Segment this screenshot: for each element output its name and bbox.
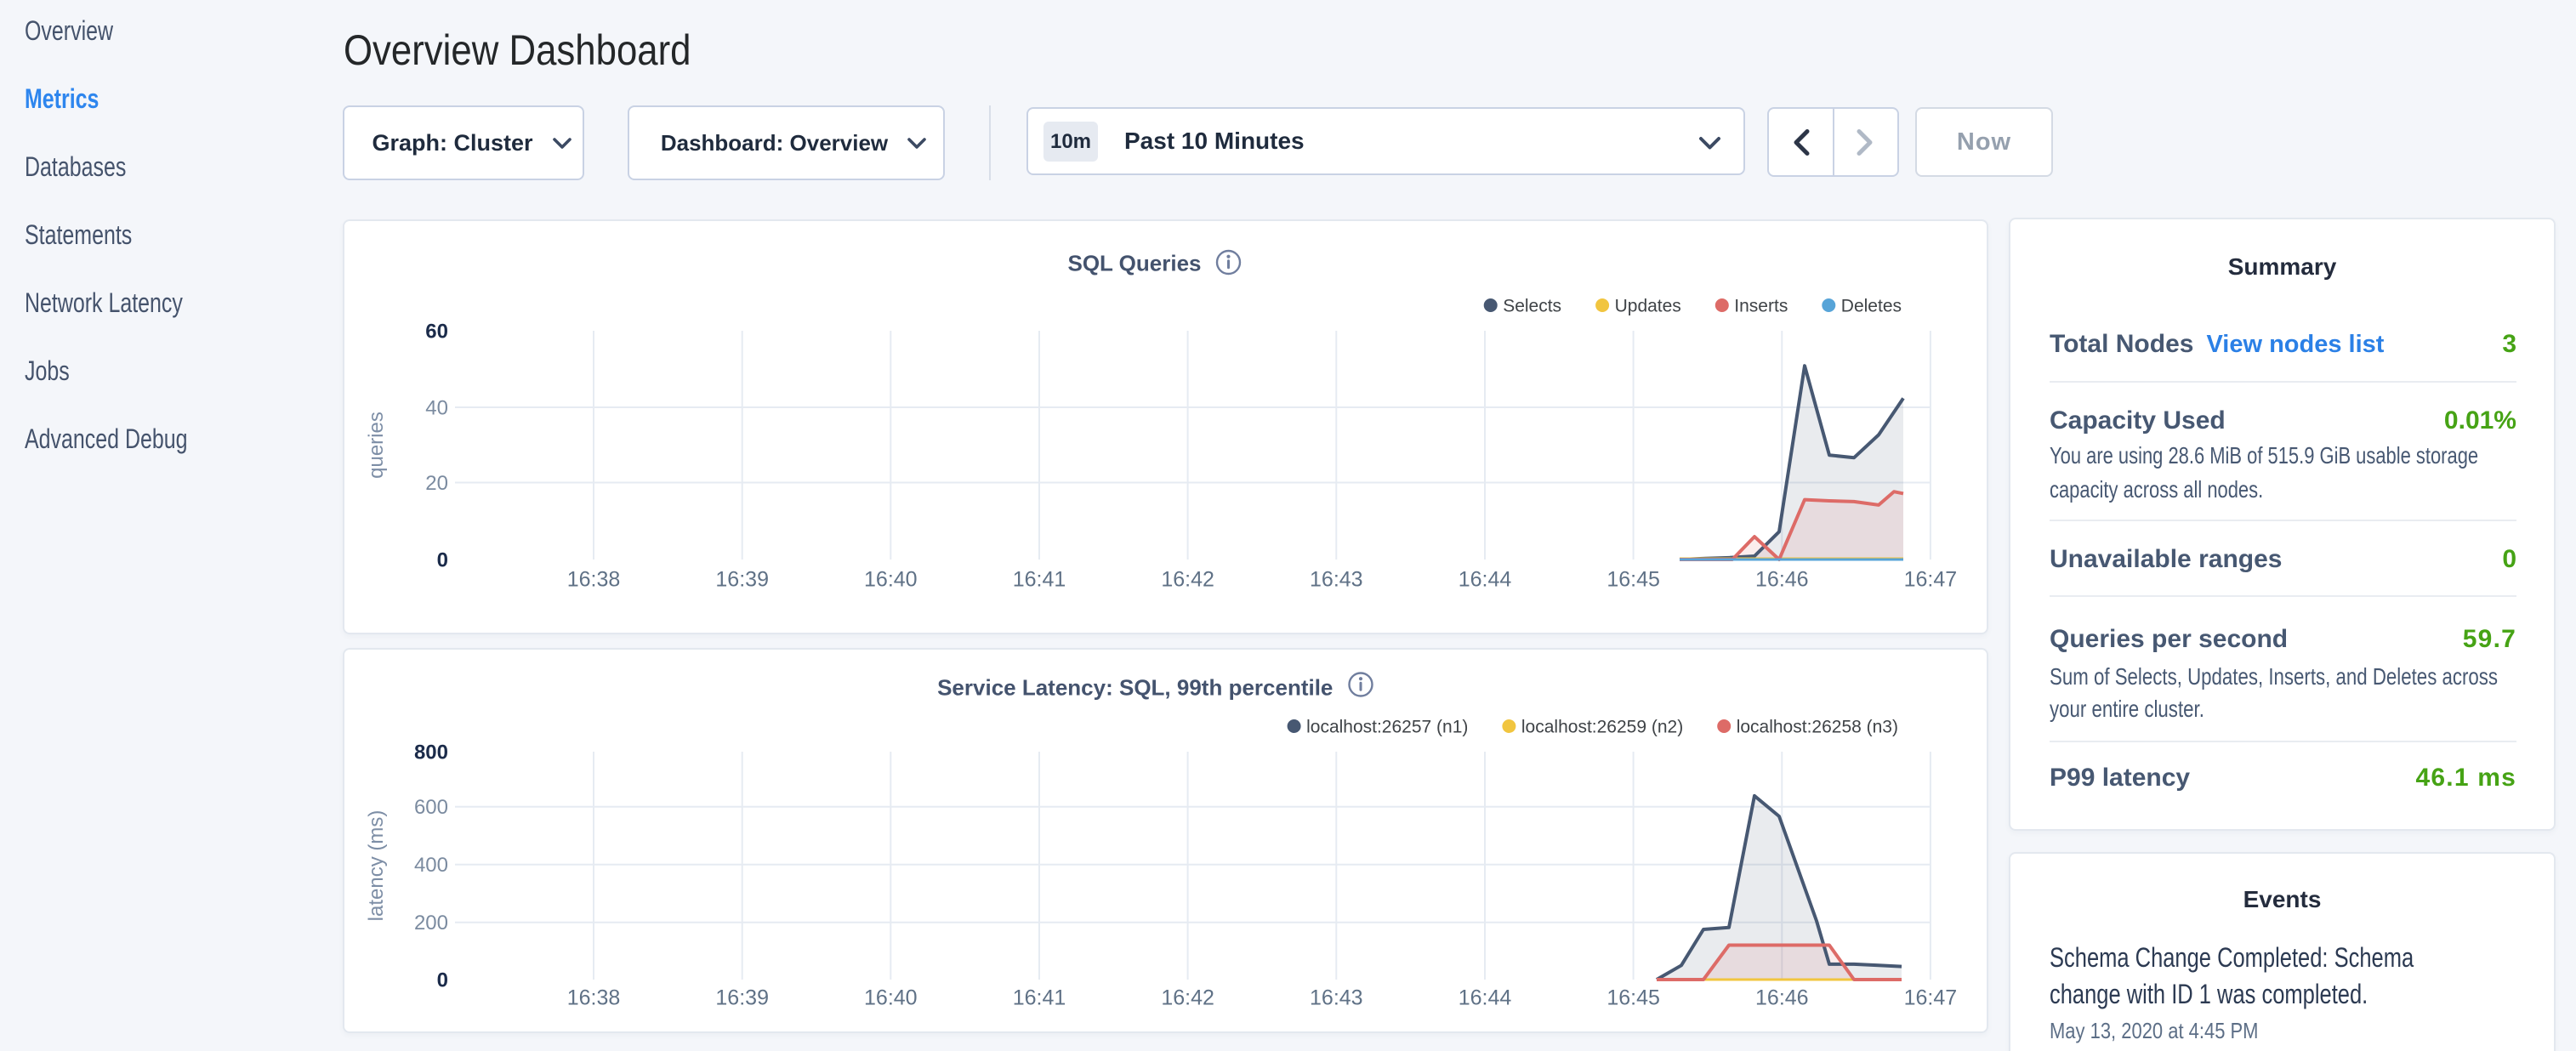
svg-text:SQL Queries: SQL Queries (1067, 250, 1201, 276)
svg-text:16:40: 16:40 (864, 986, 918, 1010)
svg-text:200: 200 (414, 912, 448, 935)
svg-text:16:41: 16:41 (1013, 568, 1066, 592)
svg-text:16:45: 16:45 (1606, 568, 1660, 592)
svg-text:16:42: 16:42 (1161, 568, 1214, 592)
svg-text:60: 60 (425, 321, 448, 344)
svg-text:16:44: 16:44 (1459, 568, 1512, 592)
svg-text:600: 600 (414, 796, 448, 819)
svg-text:localhost:26258 (n3): localhost:26258 (n3) (1737, 718, 1898, 737)
svg-text:0: 0 (437, 549, 448, 572)
svg-text:16:39: 16:39 (715, 986, 769, 1010)
svg-text:16:42: 16:42 (1161, 986, 1214, 1010)
svg-text:16:45: 16:45 (1606, 986, 1660, 1010)
svg-text:Updates: Updates (1615, 297, 1681, 316)
svg-text:40: 40 (425, 397, 448, 420)
svg-text:800: 800 (414, 741, 448, 764)
svg-text:Deletes: Deletes (1841, 297, 1902, 316)
svg-text:16:39: 16:39 (715, 568, 769, 592)
svg-text:Service Latency: SQL, 99th per: Service Latency: SQL, 99th percentile (937, 674, 1333, 700)
svg-text:400: 400 (414, 854, 448, 877)
svg-text:queries: queries (365, 412, 388, 479)
svg-text:16:46: 16:46 (1755, 986, 1809, 1010)
svg-text:16:44: 16:44 (1459, 986, 1512, 1010)
svg-text:localhost:26257 (n1): localhost:26257 (n1) (1306, 718, 1468, 737)
svg-text:Inserts: Inserts (1734, 297, 1788, 316)
svg-text:0: 0 (437, 969, 448, 992)
svg-text:Selects: Selects (1503, 297, 1561, 316)
svg-text:16:40: 16:40 (864, 568, 918, 592)
svg-text:16:43: 16:43 (1310, 986, 1363, 1010)
svg-text:20: 20 (425, 472, 448, 495)
svg-text:16:38: 16:38 (567, 568, 621, 592)
svg-text:latency (ms): latency (ms) (365, 810, 388, 922)
svg-text:localhost:26259 (n2): localhost:26259 (n2) (1521, 718, 1683, 737)
svg-text:16:41: 16:41 (1013, 986, 1066, 1010)
svg-text:16:47: 16:47 (1904, 568, 1958, 592)
svg-text:16:47: 16:47 (1904, 986, 1958, 1010)
svg-text:16:43: 16:43 (1310, 568, 1363, 592)
svg-text:16:38: 16:38 (567, 986, 621, 1010)
svg-text:16:46: 16:46 (1755, 568, 1809, 592)
